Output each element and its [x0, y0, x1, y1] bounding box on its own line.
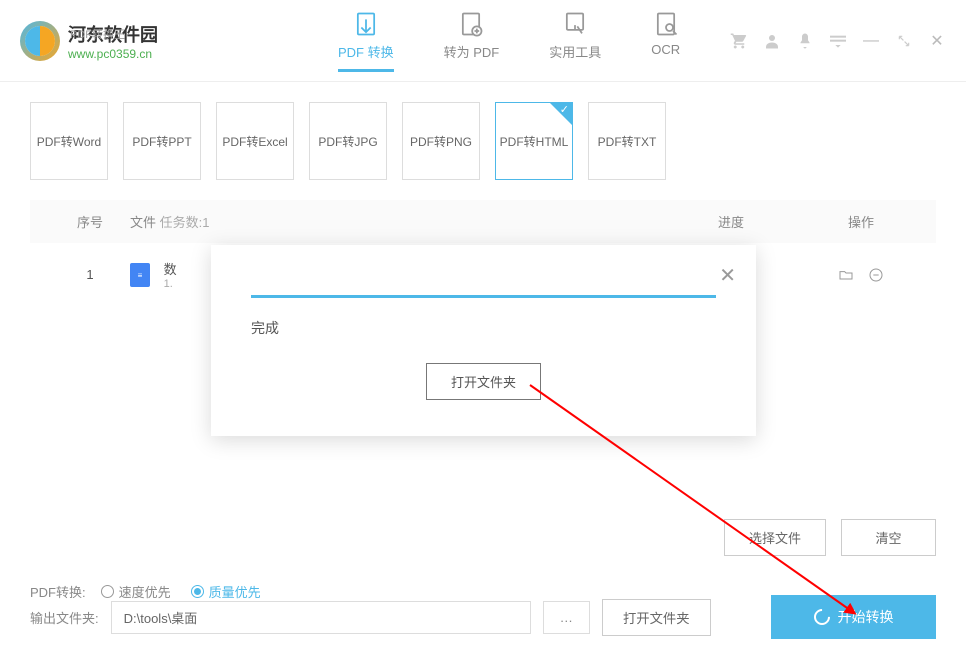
- output-folder-label: 输出文件夹:: [30, 608, 99, 627]
- remove-icon[interactable]: [868, 267, 884, 283]
- clear-button[interactable]: 清空: [841, 519, 936, 556]
- col-file-header: 文件 任务数:1: [130, 212, 656, 231]
- menu-icon[interactable]: [829, 32, 847, 50]
- col-index-header: 序号: [50, 212, 130, 231]
- format-pdf-to-jpg[interactable]: PDF转JPG: [309, 102, 387, 180]
- logo-url: www.pc0359.cn: [68, 47, 158, 61]
- format-pdf-to-txt[interactable]: PDF转TXT: [588, 102, 666, 180]
- document-hand-icon: [561, 10, 589, 38]
- col-progress-header: 进度: [656, 212, 806, 231]
- tab-label: 实用工具: [549, 42, 601, 61]
- tab-utilities[interactable]: 实用工具: [549, 10, 601, 72]
- list-action-buttons: 选择文件 清空: [724, 519, 936, 556]
- header: 河东软件园 www.pc0359.cn PDF转换王 PDF 转换 转为 PDF…: [0, 0, 966, 82]
- tab-label: 转为 PDF: [444, 42, 500, 61]
- browse-button[interactable]: …: [543, 601, 590, 634]
- document-search-icon: [652, 10, 680, 38]
- output-path-bar: 输出文件夹: … 打开文件夹 开始转换: [30, 595, 936, 639]
- file-icon: ≡: [130, 263, 150, 287]
- tab-label: OCR: [651, 42, 680, 57]
- format-pdf-to-html[interactable]: PDF转HTML: [495, 102, 573, 180]
- modal-status-text: 完成: [251, 318, 716, 338]
- format-pdf-to-excel[interactable]: PDF转Excel: [216, 102, 294, 180]
- format-tiles: PDF转Word PDF转PPT PDF转Excel PDF转JPG PDF转P…: [0, 82, 966, 200]
- minimize-icon[interactable]: —: [862, 32, 880, 50]
- tab-pdf-convert[interactable]: PDF 转换: [338, 10, 394, 72]
- row-index: 1: [50, 267, 130, 282]
- logo-icon: [20, 21, 60, 61]
- start-convert-button[interactable]: 开始转换: [771, 595, 936, 639]
- document-add-icon: [457, 10, 485, 38]
- format-pdf-to-word[interactable]: PDF转Word: [30, 102, 108, 180]
- tab-ocr[interactable]: OCR: [651, 10, 680, 72]
- bell-icon[interactable]: [796, 32, 814, 50]
- format-pdf-to-ppt[interactable]: PDF转PPT: [123, 102, 201, 180]
- maximize-icon[interactable]: [895, 32, 913, 50]
- table-header: 序号 文件 任务数:1 进度 操作: [30, 200, 936, 243]
- select-file-button[interactable]: 选择文件: [724, 519, 826, 556]
- row-actions: [806, 267, 916, 283]
- close-icon[interactable]: ✕: [928, 32, 946, 50]
- folder-open-icon[interactable]: [838, 267, 854, 283]
- format-pdf-to-png[interactable]: PDF转PNG: [402, 102, 480, 180]
- window-controls: — ✕: [730, 32, 946, 50]
- col-action-header: 操作: [806, 212, 916, 231]
- cart-icon[interactable]: [730, 32, 748, 50]
- output-path-input[interactable]: [111, 601, 531, 634]
- open-folder-button[interactable]: 打开文件夹: [426, 363, 541, 400]
- document-convert-icon: [352, 10, 380, 38]
- tab-label: PDF 转换: [338, 42, 394, 61]
- modal-progress-bar: [251, 295, 716, 298]
- refresh-icon: [810, 606, 833, 629]
- nav-tabs: PDF 转换 转为 PDF 实用工具 OCR: [338, 10, 680, 72]
- completion-modal: ✕ 完成 打开文件夹: [211, 245, 756, 436]
- close-icon[interactable]: ✕: [719, 263, 736, 288]
- open-folder-button[interactable]: 打开文件夹: [602, 599, 711, 636]
- logo-area: 河东软件园 www.pc0359.cn PDF转换王: [20, 21, 158, 61]
- app-name-overlay: PDF转换王: [70, 26, 125, 42]
- tab-convert-to-pdf[interactable]: 转为 PDF: [444, 10, 500, 72]
- user-icon[interactable]: [763, 32, 781, 50]
